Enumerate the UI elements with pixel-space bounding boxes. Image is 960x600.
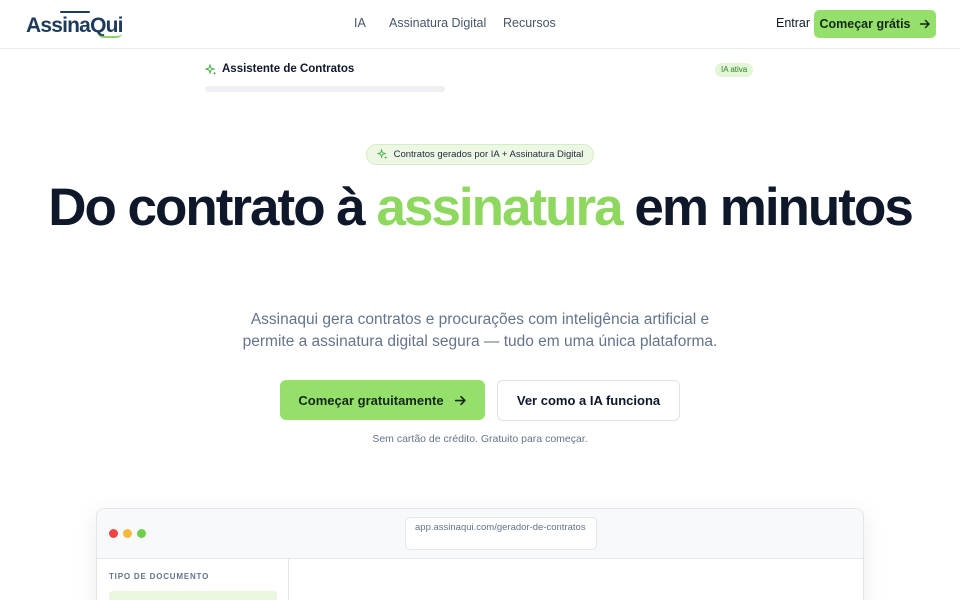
nav-link-recursos[interactable]: Recursos (503, 16, 556, 30)
feature-pill: Contratos gerados por IA + Assinatura Di… (366, 144, 594, 165)
window-minimize-dot (123, 529, 132, 538)
content-placeholder (205, 86, 445, 92)
top-navbar: AssinaQui IA Assinatura Digital Recursos… (0, 0, 960, 49)
document-type-item (109, 591, 277, 600)
arrow-right-icon (919, 19, 930, 29)
secondary-cta-label: Ver como a IA funciona (516, 393, 661, 408)
browser-bar: app.assinaqui.com/gerador-de-contratos (97, 509, 863, 559)
nav-link-assinatura-digital[interactable]: Assinatura Digital (389, 16, 486, 30)
ai-status-badge: IA ativa (715, 63, 754, 77)
feature-pill-text: Contratos gerados por IA + Assinatura Di… (393, 149, 584, 160)
app-preview-window: app.assinaqui.com/gerador-de-contratos T… (96, 508, 864, 600)
start-free-label: Começar grátis (819, 17, 911, 31)
nav-link-ia[interactable]: IA (354, 16, 366, 30)
assistant-title: Assistente de Contratos (222, 63, 355, 75)
hero-subtitle: Assinaqui gera contratos e procurações c… (242, 311, 718, 350)
login-link[interactable]: Entrar (776, 16, 810, 30)
sparkles-icon (376, 149, 387, 160)
hero-headline: Do contrato à assinatura em minutos (0, 180, 960, 236)
headline-highlight: assinatura (376, 178, 624, 237)
start-free-button[interactable]: Começar grátis (814, 10, 936, 38)
window-close-dot (109, 529, 118, 538)
see-how-ai-works-button[interactable]: Ver como a IA funciona (497, 380, 680, 421)
start-free-primary-button[interactable]: Começar gratuitamente (280, 380, 485, 420)
primary-cta-label: Começar gratuitamente (298, 392, 444, 408)
document-type-label: TIPO DE DOCUMENTO (109, 572, 210, 581)
window-maximize-dot (137, 529, 146, 538)
arrow-right-icon (454, 395, 466, 405)
logo-accent-line (60, 11, 90, 13)
address-bar: app.assinaqui.com/gerador-de-contratos (405, 517, 597, 550)
sparkles-icon (205, 64, 217, 76)
no-credit-card-note: Sem cartão de crédito. Gratuito para com… (372, 433, 588, 445)
headline-post: em minutos (621, 178, 913, 237)
preview-sidebar: TIPO DE DOCUMENTO (97, 559, 289, 600)
headline-pre: Do contrato à (48, 178, 377, 237)
